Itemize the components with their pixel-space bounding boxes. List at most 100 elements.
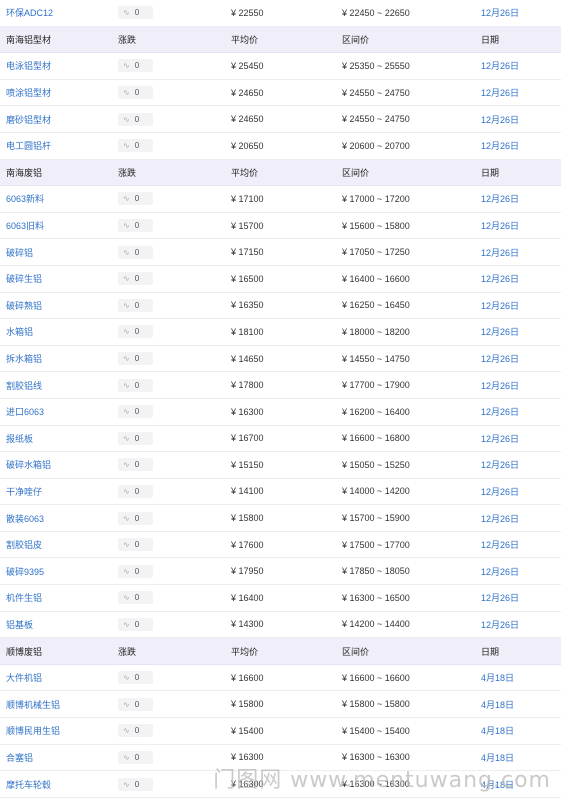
product-link[interactable]: 机件生铝 bbox=[6, 591, 42, 604]
product-link[interactable]: 合塞铝 bbox=[6, 751, 33, 764]
change-cell: ∿ 0 bbox=[118, 213, 228, 239]
change-cell: ∿ 0 bbox=[118, 399, 228, 425]
product-link[interactable]: 报纸板 bbox=[6, 432, 33, 445]
change-badge: ∿ 0 bbox=[118, 724, 154, 738]
product-link[interactable]: 6063旧料 bbox=[6, 219, 44, 232]
product-link[interactable]: 大件机铝 bbox=[6, 671, 42, 684]
product-link[interactable]: 环保ADC12 bbox=[6, 6, 53, 19]
date-link[interactable]: 12月26日 bbox=[481, 379, 519, 392]
change-value: 0 bbox=[134, 88, 140, 98]
date-link[interactable]: 12月26日 bbox=[481, 86, 519, 99]
change-cell: ∿ 0 bbox=[118, 106, 228, 132]
range-price: ¥ 16250 ~ 16450 bbox=[342, 300, 410, 311]
date-cell: 12月26日 bbox=[481, 293, 557, 319]
product-link[interactable]: 散装6063 bbox=[6, 512, 44, 525]
date-cell: 12月26日 bbox=[481, 479, 557, 505]
table-row: 喷涂铝型材 ∿ 0 ¥ 24650 ¥ 24550 ~ 24750 12月26日 bbox=[0, 80, 561, 107]
date-link[interactable]: 4月18日 bbox=[481, 671, 514, 684]
product-name-cell: 机件生铝 bbox=[6, 585, 114, 611]
avg-price: ¥ 17800 bbox=[231, 380, 264, 391]
avg-price: ¥ 24650 bbox=[231, 87, 264, 98]
avg-price: ¥ 14300 bbox=[231, 619, 264, 630]
change-cell: ∿ 0 bbox=[118, 585, 228, 611]
date-link[interactable]: 12月26日 bbox=[481, 113, 519, 126]
product-link[interactable]: 破碎生铝 bbox=[6, 272, 42, 285]
product-link[interactable]: 铝基板 bbox=[6, 618, 33, 631]
date-link[interactable]: 12月26日 bbox=[481, 458, 519, 471]
product-name-cell: 顺博机械生铝 bbox=[6, 691, 114, 717]
product-link[interactable]: 拆水箱铝 bbox=[6, 352, 42, 365]
avg-price: ¥ 16400 bbox=[231, 592, 264, 603]
product-link[interactable]: 电工圆铝杆 bbox=[6, 139, 51, 152]
product-name-cell: 破碎铝 bbox=[6, 239, 114, 265]
date-link[interactable]: 12月26日 bbox=[481, 139, 519, 152]
product-link[interactable]: 6063新料 bbox=[6, 192, 44, 205]
change-value: 0 bbox=[134, 247, 140, 257]
date-link[interactable]: 12月26日 bbox=[481, 432, 519, 445]
date-link[interactable]: 12月26日 bbox=[481, 246, 519, 259]
date-link[interactable]: 12月26日 bbox=[481, 219, 519, 232]
product-link[interactable]: 水箱铝 bbox=[6, 325, 33, 338]
date-link[interactable]: 12月26日 bbox=[481, 352, 519, 365]
table-row: 顺博机械生铝 ∿ 0 ¥ 15800 ¥ 15800 ~ 15800 4月18日 bbox=[0, 691, 561, 719]
range-price: ¥ 17050 ~ 17250 bbox=[342, 247, 410, 258]
range-price: ¥ 16200 ~ 16400 bbox=[342, 406, 410, 417]
product-name-cell: 破碎熟铝 bbox=[6, 293, 114, 319]
product-name-cell: 拆水箱铝 bbox=[6, 346, 114, 372]
date-link[interactable]: 12月26日 bbox=[481, 192, 519, 205]
date-cell: 12月26日 bbox=[481, 505, 557, 531]
trend-icon: ∿ bbox=[123, 779, 130, 789]
product-link[interactable]: 破碎水箱铝 bbox=[6, 458, 51, 471]
product-link[interactable]: 破碎熟铝 bbox=[6, 299, 42, 312]
product-link[interactable]: 进口6063 bbox=[6, 405, 44, 418]
product-name-cell: 散装6063 bbox=[6, 505, 114, 531]
product-name-cell: 环保ADC12 bbox=[6, 0, 114, 26]
product-link[interactable]: 磨砂铝型材 bbox=[6, 113, 51, 126]
date-cell: 12月26日 bbox=[481, 558, 557, 584]
trend-icon: ∿ bbox=[123, 593, 130, 603]
date-link[interactable]: 12月26日 bbox=[481, 618, 519, 631]
date-link[interactable]: 12月26日 bbox=[481, 538, 519, 551]
date-link[interactable]: 12月26日 bbox=[481, 565, 519, 578]
date-link[interactable]: 12月26日 bbox=[481, 591, 519, 604]
product-link[interactable]: 割胶铝线 bbox=[6, 379, 42, 392]
product-link[interactable]: 摩托车轮毂 bbox=[6, 778, 51, 791]
product-link[interactable]: 电泳铝型材 bbox=[6, 59, 51, 72]
product-link[interactable]: 破碎9395 bbox=[6, 565, 44, 578]
change-value: 0 bbox=[134, 380, 140, 390]
table-row: 水箱铝 ∿ 0 ¥ 18100 ¥ 18000 ~ 18200 12月26日 bbox=[0, 319, 561, 346]
change-badge: ∿ 0 bbox=[118, 405, 154, 419]
date-cell: 12月26日 bbox=[481, 612, 557, 638]
product-link[interactable]: 干净喹仔 bbox=[6, 485, 42, 498]
date-link[interactable]: 12月26日 bbox=[481, 272, 519, 285]
date-link[interactable]: 12月26日 bbox=[481, 6, 519, 19]
product-link[interactable]: 割胶铝皮 bbox=[6, 538, 42, 551]
date-link[interactable]: 12月26日 bbox=[481, 405, 519, 418]
table-row: 干净喹仔 ∿ 0 ¥ 14100 ¥ 14000 ~ 14200 12月26日 bbox=[0, 479, 561, 506]
table-row: 拆水箱铝 ∿ 0 ¥ 14650 ¥ 14550 ~ 14750 12月26日 bbox=[0, 346, 561, 373]
date-link[interactable]: 12月26日 bbox=[481, 299, 519, 312]
range-price: ¥ 14000 ~ 14200 bbox=[342, 486, 410, 497]
change-cell: ∿ 0 bbox=[118, 505, 228, 531]
product-link[interactable]: 喷涂铝型材 bbox=[6, 86, 51, 99]
change-value: 0 bbox=[134, 194, 140, 204]
change-badge: ∿ 0 bbox=[118, 697, 154, 711]
date-link[interactable]: 12月26日 bbox=[481, 485, 519, 498]
date-link[interactable]: 12月26日 bbox=[481, 325, 519, 338]
date-cell: 12月26日 bbox=[481, 585, 557, 611]
product-link[interactable]: 顺博机械生铝 bbox=[6, 698, 60, 711]
trend-icon: ∿ bbox=[123, 407, 130, 417]
product-link[interactable]: 顺博民用生铝 bbox=[6, 724, 60, 737]
table-row: 割胶铝皮 ∿ 0 ¥ 17600 ¥ 17500 ~ 17700 12月26日 bbox=[0, 532, 561, 559]
date-link[interactable]: 12月26日 bbox=[481, 59, 519, 72]
date-link[interactable]: 4月18日 bbox=[481, 724, 514, 737]
change-value: 0 bbox=[134, 540, 140, 550]
change-badge: ∿ 0 bbox=[118, 458, 154, 472]
date-link[interactable]: 12月26日 bbox=[481, 512, 519, 525]
trend-icon: ∿ bbox=[123, 433, 130, 443]
product-link[interactable]: 破碎铝 bbox=[6, 246, 33, 259]
date-cell: 12月26日 bbox=[481, 452, 557, 478]
range-price: ¥ 17700 ~ 17900 bbox=[342, 380, 410, 391]
date-link[interactable]: 4月18日 bbox=[481, 698, 514, 711]
section-title: 顺博废铝 bbox=[6, 646, 43, 657]
